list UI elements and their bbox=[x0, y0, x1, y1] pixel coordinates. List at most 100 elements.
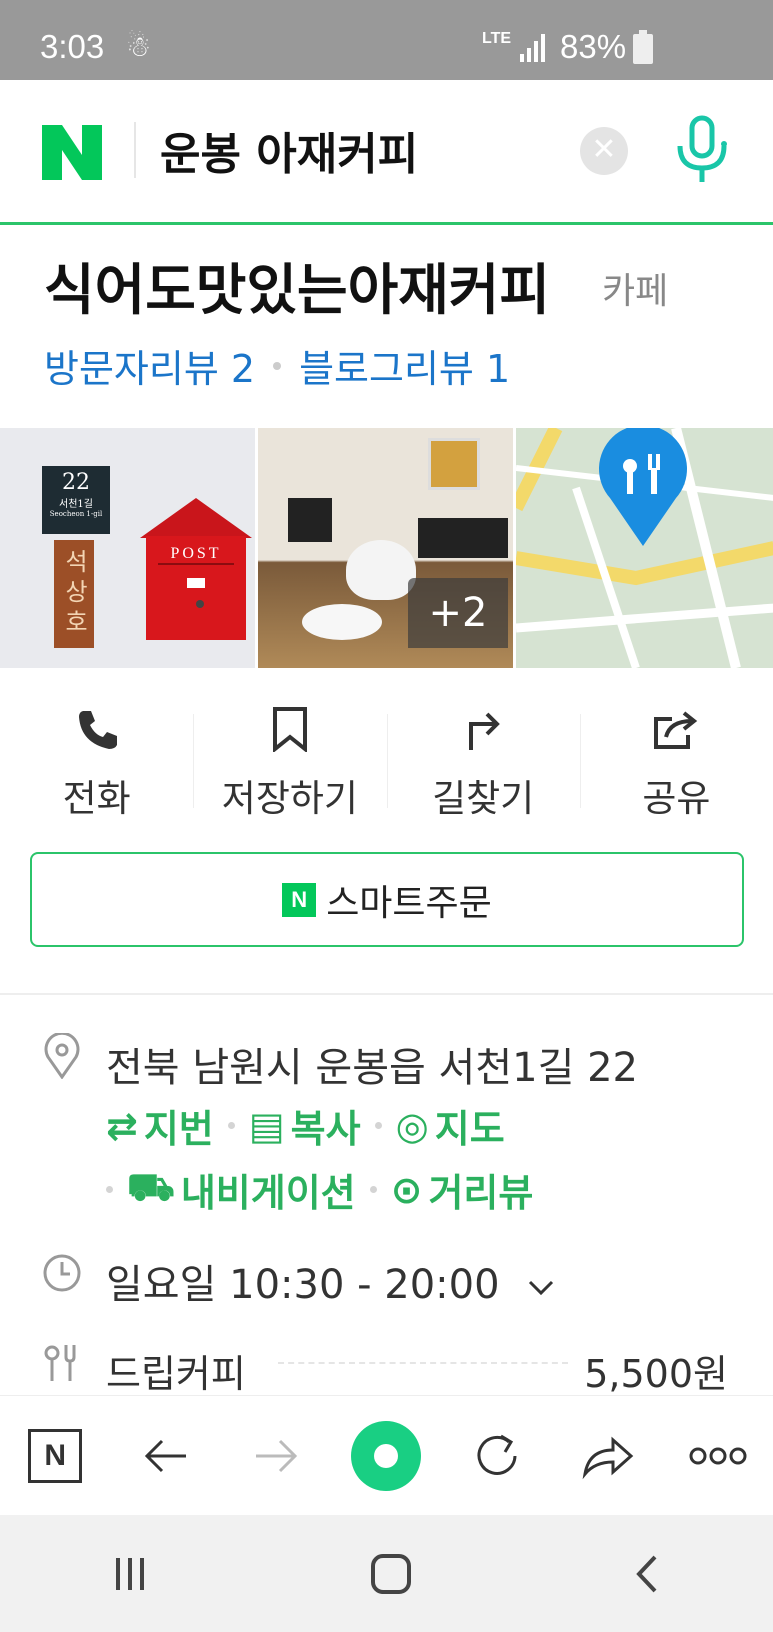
copy-label: 복사 bbox=[290, 1107, 361, 1151]
location-pin-icon bbox=[44, 1033, 80, 1079]
navigation-label: 내비게이션 bbox=[180, 1171, 356, 1215]
network-label: LTE bbox=[482, 30, 512, 47]
home-icon[interactable] bbox=[370, 1553, 412, 1595]
hours-text: 일요일 10:30 - 20:00 bbox=[106, 1262, 500, 1308]
teapot bbox=[346, 540, 416, 600]
visitor-review-link[interactable]: 방문자리뷰 2 bbox=[44, 338, 255, 393]
section-divider bbox=[0, 993, 773, 995]
call-button[interactable]: 전화 bbox=[0, 700, 193, 820]
car-icon: ⛟ bbox=[127, 1164, 175, 1209]
map-label: 지도 bbox=[434, 1107, 505, 1151]
clock-icon bbox=[43, 1254, 81, 1292]
utensils-icon bbox=[44, 1345, 76, 1381]
separator-dot bbox=[273, 361, 282, 370]
photo-interior[interactable]: +2 bbox=[258, 428, 513, 668]
swap-icon: ⇄ bbox=[106, 1103, 138, 1148]
map-thumbnail[interactable] bbox=[516, 428, 773, 668]
green-dot-icon bbox=[351, 1420, 422, 1491]
search-divider bbox=[134, 122, 136, 178]
directions-button[interactable]: 길찾기 bbox=[386, 700, 580, 820]
separator-dot bbox=[374, 1122, 382, 1129]
mailbox-text: POST bbox=[170, 545, 221, 562]
battery-percent: 83% bbox=[560, 28, 627, 65]
place-category: 카페 bbox=[602, 271, 669, 312]
separator-dot bbox=[106, 1186, 113, 1193]
share-page-button[interactable] bbox=[572, 1421, 642, 1491]
naver-badge-icon: N bbox=[282, 882, 317, 917]
save-label: 저장하기 bbox=[221, 777, 358, 820]
browser-toolbar: N bbox=[0, 1395, 773, 1515]
share-icon bbox=[654, 711, 698, 749]
microphone-icon[interactable] bbox=[672, 114, 732, 186]
menu-item-price: 5,500원 bbox=[584, 1352, 728, 1396]
photo-strip: 22 서천1길 Seocheon 1-gil 석상호 POST +2 bbox=[0, 428, 773, 668]
directions-icon bbox=[469, 712, 500, 750]
smart-order-label: 스마트주문 bbox=[326, 882, 492, 924]
review-links: 방문자리뷰 2 블로그리뷰 1 bbox=[44, 338, 510, 393]
refresh-button[interactable] bbox=[462, 1421, 532, 1491]
home-button[interactable]: N bbox=[20, 1421, 90, 1491]
forward-button[interactable] bbox=[241, 1421, 311, 1491]
street-view-link[interactable]: ⊙ 거리뷰 bbox=[391, 1162, 534, 1217]
lot-number-label: 지번 bbox=[143, 1107, 214, 1151]
status-time: 3:03 bbox=[40, 28, 105, 65]
more-icon bbox=[689, 1447, 747, 1464]
menu-leader-line bbox=[278, 1362, 568, 1364]
share-button[interactable]: 공유 bbox=[579, 700, 773, 820]
more-button[interactable] bbox=[683, 1421, 753, 1491]
battery-icon bbox=[633, 30, 653, 64]
red-mailbox: POST bbox=[140, 498, 252, 640]
restaurant-pin-icon bbox=[599, 428, 687, 546]
separator-dot bbox=[227, 1122, 235, 1129]
place-name: 식어도맛있는아재커피 bbox=[44, 258, 551, 322]
clear-search-button[interactable]: ✕ bbox=[580, 127, 628, 175]
wood-plate: 석상호 bbox=[54, 540, 94, 648]
map-link[interactable]: ◎ 지도 bbox=[396, 1098, 505, 1153]
back-button[interactable] bbox=[131, 1421, 201, 1491]
system-nav-bar bbox=[0, 1515, 773, 1632]
more-photos-count[interactable]: +2 bbox=[408, 578, 508, 648]
notification-icon: ☃ bbox=[126, 31, 152, 62]
table bbox=[418, 518, 508, 558]
address-links-2: ⛟ 내비게이션 ⊙ 거리뷰 bbox=[106, 1162, 533, 1217]
lot-number-link[interactable]: ⇄ 지번 bbox=[106, 1098, 214, 1153]
naver-home-icon: N bbox=[28, 1428, 83, 1483]
street-view-label: 거리뷰 bbox=[428, 1171, 534, 1215]
separator-dot bbox=[369, 1186, 377, 1193]
address-sign: 22 서천1길 Seocheon 1-gil bbox=[42, 466, 110, 534]
call-label: 전화 bbox=[62, 777, 131, 820]
copy-link[interactable]: ▤ 복사 bbox=[249, 1098, 361, 1153]
status-bar: 3:03 ☃ LTE 83% bbox=[0, 0, 773, 80]
search-input[interactable]: 운봉 아재커피 bbox=[160, 118, 418, 182]
phone-icon bbox=[78, 711, 117, 749]
naver-logo-icon[interactable] bbox=[42, 125, 102, 180]
share-label: 공유 bbox=[642, 777, 711, 820]
blog-review-link[interactable]: 블로그리뷰 1 bbox=[299, 338, 510, 393]
sign-street: 서천1길 bbox=[59, 499, 93, 510]
back-icon[interactable] bbox=[633, 1554, 663, 1594]
menu-item-name: 드립커피 bbox=[106, 1352, 246, 1396]
map-pin-icon: ◎ bbox=[395, 1103, 429, 1148]
street-view-icon: ⊙ bbox=[390, 1167, 423, 1212]
forward-share-icon bbox=[582, 1436, 634, 1479]
sign-number: 22 bbox=[62, 470, 90, 495]
action-bar: 전화 저장하기 길찾기 공유 bbox=[0, 700, 773, 820]
save-button[interactable]: 저장하기 bbox=[193, 700, 386, 820]
arrow-right-icon bbox=[256, 1439, 298, 1472]
photo-entrance[interactable]: 22 서천1길 Seocheon 1-gil 석상호 POST bbox=[0, 428, 255, 668]
address-links: ⇄ 지번 ▤ 복사 ◎ 지도 bbox=[106, 1098, 505, 1153]
sign-roman: Seocheon 1-gil bbox=[49, 510, 103, 518]
teacup bbox=[302, 604, 382, 640]
navigation-link[interactable]: ⛟ 내비게이션 bbox=[127, 1162, 356, 1217]
wall-picture bbox=[428, 438, 480, 490]
smart-order-button[interactable]: N 스마트주문 bbox=[30, 852, 744, 947]
copy-icon: ▤ bbox=[248, 1103, 285, 1148]
green-dot-button[interactable] bbox=[351, 1420, 422, 1491]
directions-label: 길찾기 bbox=[432, 777, 535, 820]
refresh-icon bbox=[477, 1434, 517, 1475]
signal-icon bbox=[520, 34, 545, 62]
bookmark-icon bbox=[272, 707, 307, 752]
arrow-left-icon bbox=[144, 1439, 186, 1472]
recent-apps-icon[interactable] bbox=[110, 1556, 150, 1592]
business-hours[interactable]: 일요일 10:30 - 20:00 bbox=[106, 1252, 556, 1310]
